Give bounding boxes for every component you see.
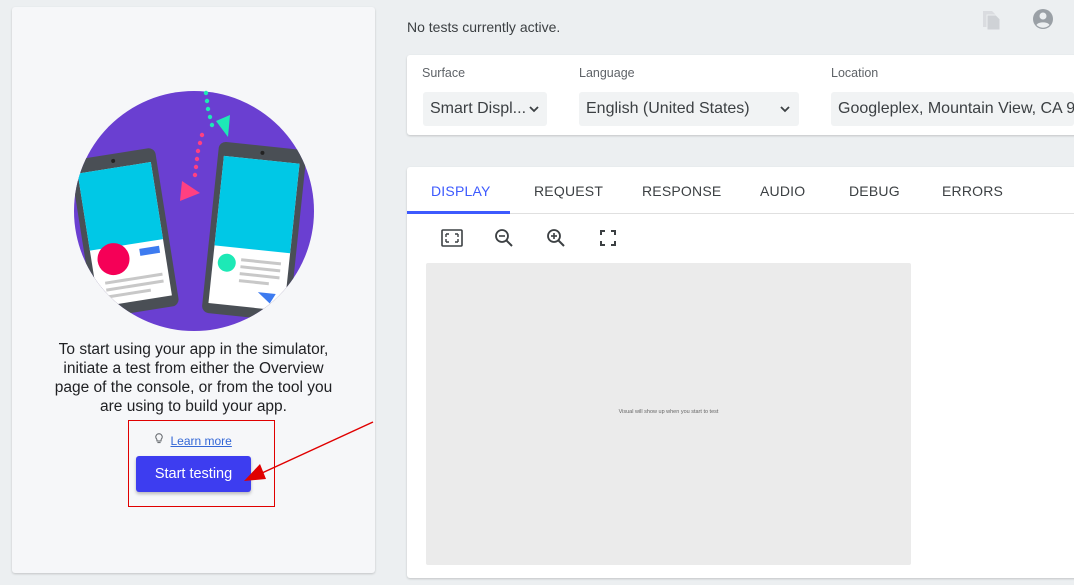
zoom-in-icon[interactable]: [544, 226, 568, 250]
surface-label: Surface: [422, 66, 466, 80]
lightbulb-icon: [155, 433, 163, 447]
simulation-settings-card: Surface Smart Displ... Language English …: [407, 55, 1074, 135]
active-tab-indicator: [407, 211, 510, 214]
tab-request[interactable]: REQUEST: [534, 183, 603, 199]
location-label: Location: [831, 66, 879, 80]
start-testing-button[interactable]: Start testing: [136, 456, 251, 492]
surface-value: Smart Displ...: [430, 100, 527, 117]
language-value: English (United States): [586, 100, 750, 117]
test-status-text: No tests currently active.: [407, 19, 561, 35]
intro-line: initiate a test from either the Overview: [63, 360, 324, 377]
tab-debug[interactable]: DEBUG: [849, 183, 900, 199]
learn-more-row: Learn more: [12, 433, 375, 448]
language-label: Language: [579, 66, 635, 80]
intro-line: are using to build your app.: [100, 398, 287, 415]
account-circle-icon[interactable]: [1031, 7, 1055, 31]
simulator-output-card: DISPLAY REQUEST RESPONSE AUDIO DEBUG ERR…: [407, 167, 1074, 578]
onboarding-card: To start using your app in the simulator…: [12, 7, 375, 573]
surface-select[interactable]: Smart Displ...: [423, 92, 547, 126]
display-visual-area: Visual will show up when you start to te…: [426, 263, 911, 565]
intro-line: To start using your app in the simulator…: [58, 341, 329, 358]
tab-errors[interactable]: ERRORS: [942, 183, 1003, 199]
tab-display[interactable]: DISPLAY: [431, 183, 491, 199]
learn-more-link[interactable]: Learn more: [170, 434, 231, 448]
output-tabs: DISPLAY REQUEST RESPONSE AUDIO DEBUG ERR…: [407, 167, 1074, 214]
location-field[interactable]: Googleplex, Mountain View, CA 9: [831, 92, 1074, 126]
copy-icon[interactable]: [980, 9, 1002, 31]
chevron-down-icon: [780, 106, 790, 113]
fullscreen-icon[interactable]: [596, 226, 620, 250]
tab-audio[interactable]: AUDIO: [760, 183, 805, 199]
language-select[interactable]: English (United States): [579, 92, 799, 126]
zoom-out-icon[interactable]: [492, 226, 516, 250]
tab-response[interactable]: RESPONSE: [642, 183, 721, 199]
location-value: Googleplex, Mountain View, CA 9: [838, 100, 1074, 117]
intro-text: To start using your app in the simulator…: [12, 340, 375, 416]
intro-line: page of the console, or from the tool yo…: [54, 379, 333, 396]
chevron-down-icon: [529, 106, 539, 113]
phones-illustration: [74, 90, 314, 331]
fit-screen-icon[interactable]: [440, 226, 464, 250]
visual-placeholder-text: Visual will show up when you start to te…: [618, 409, 719, 415]
